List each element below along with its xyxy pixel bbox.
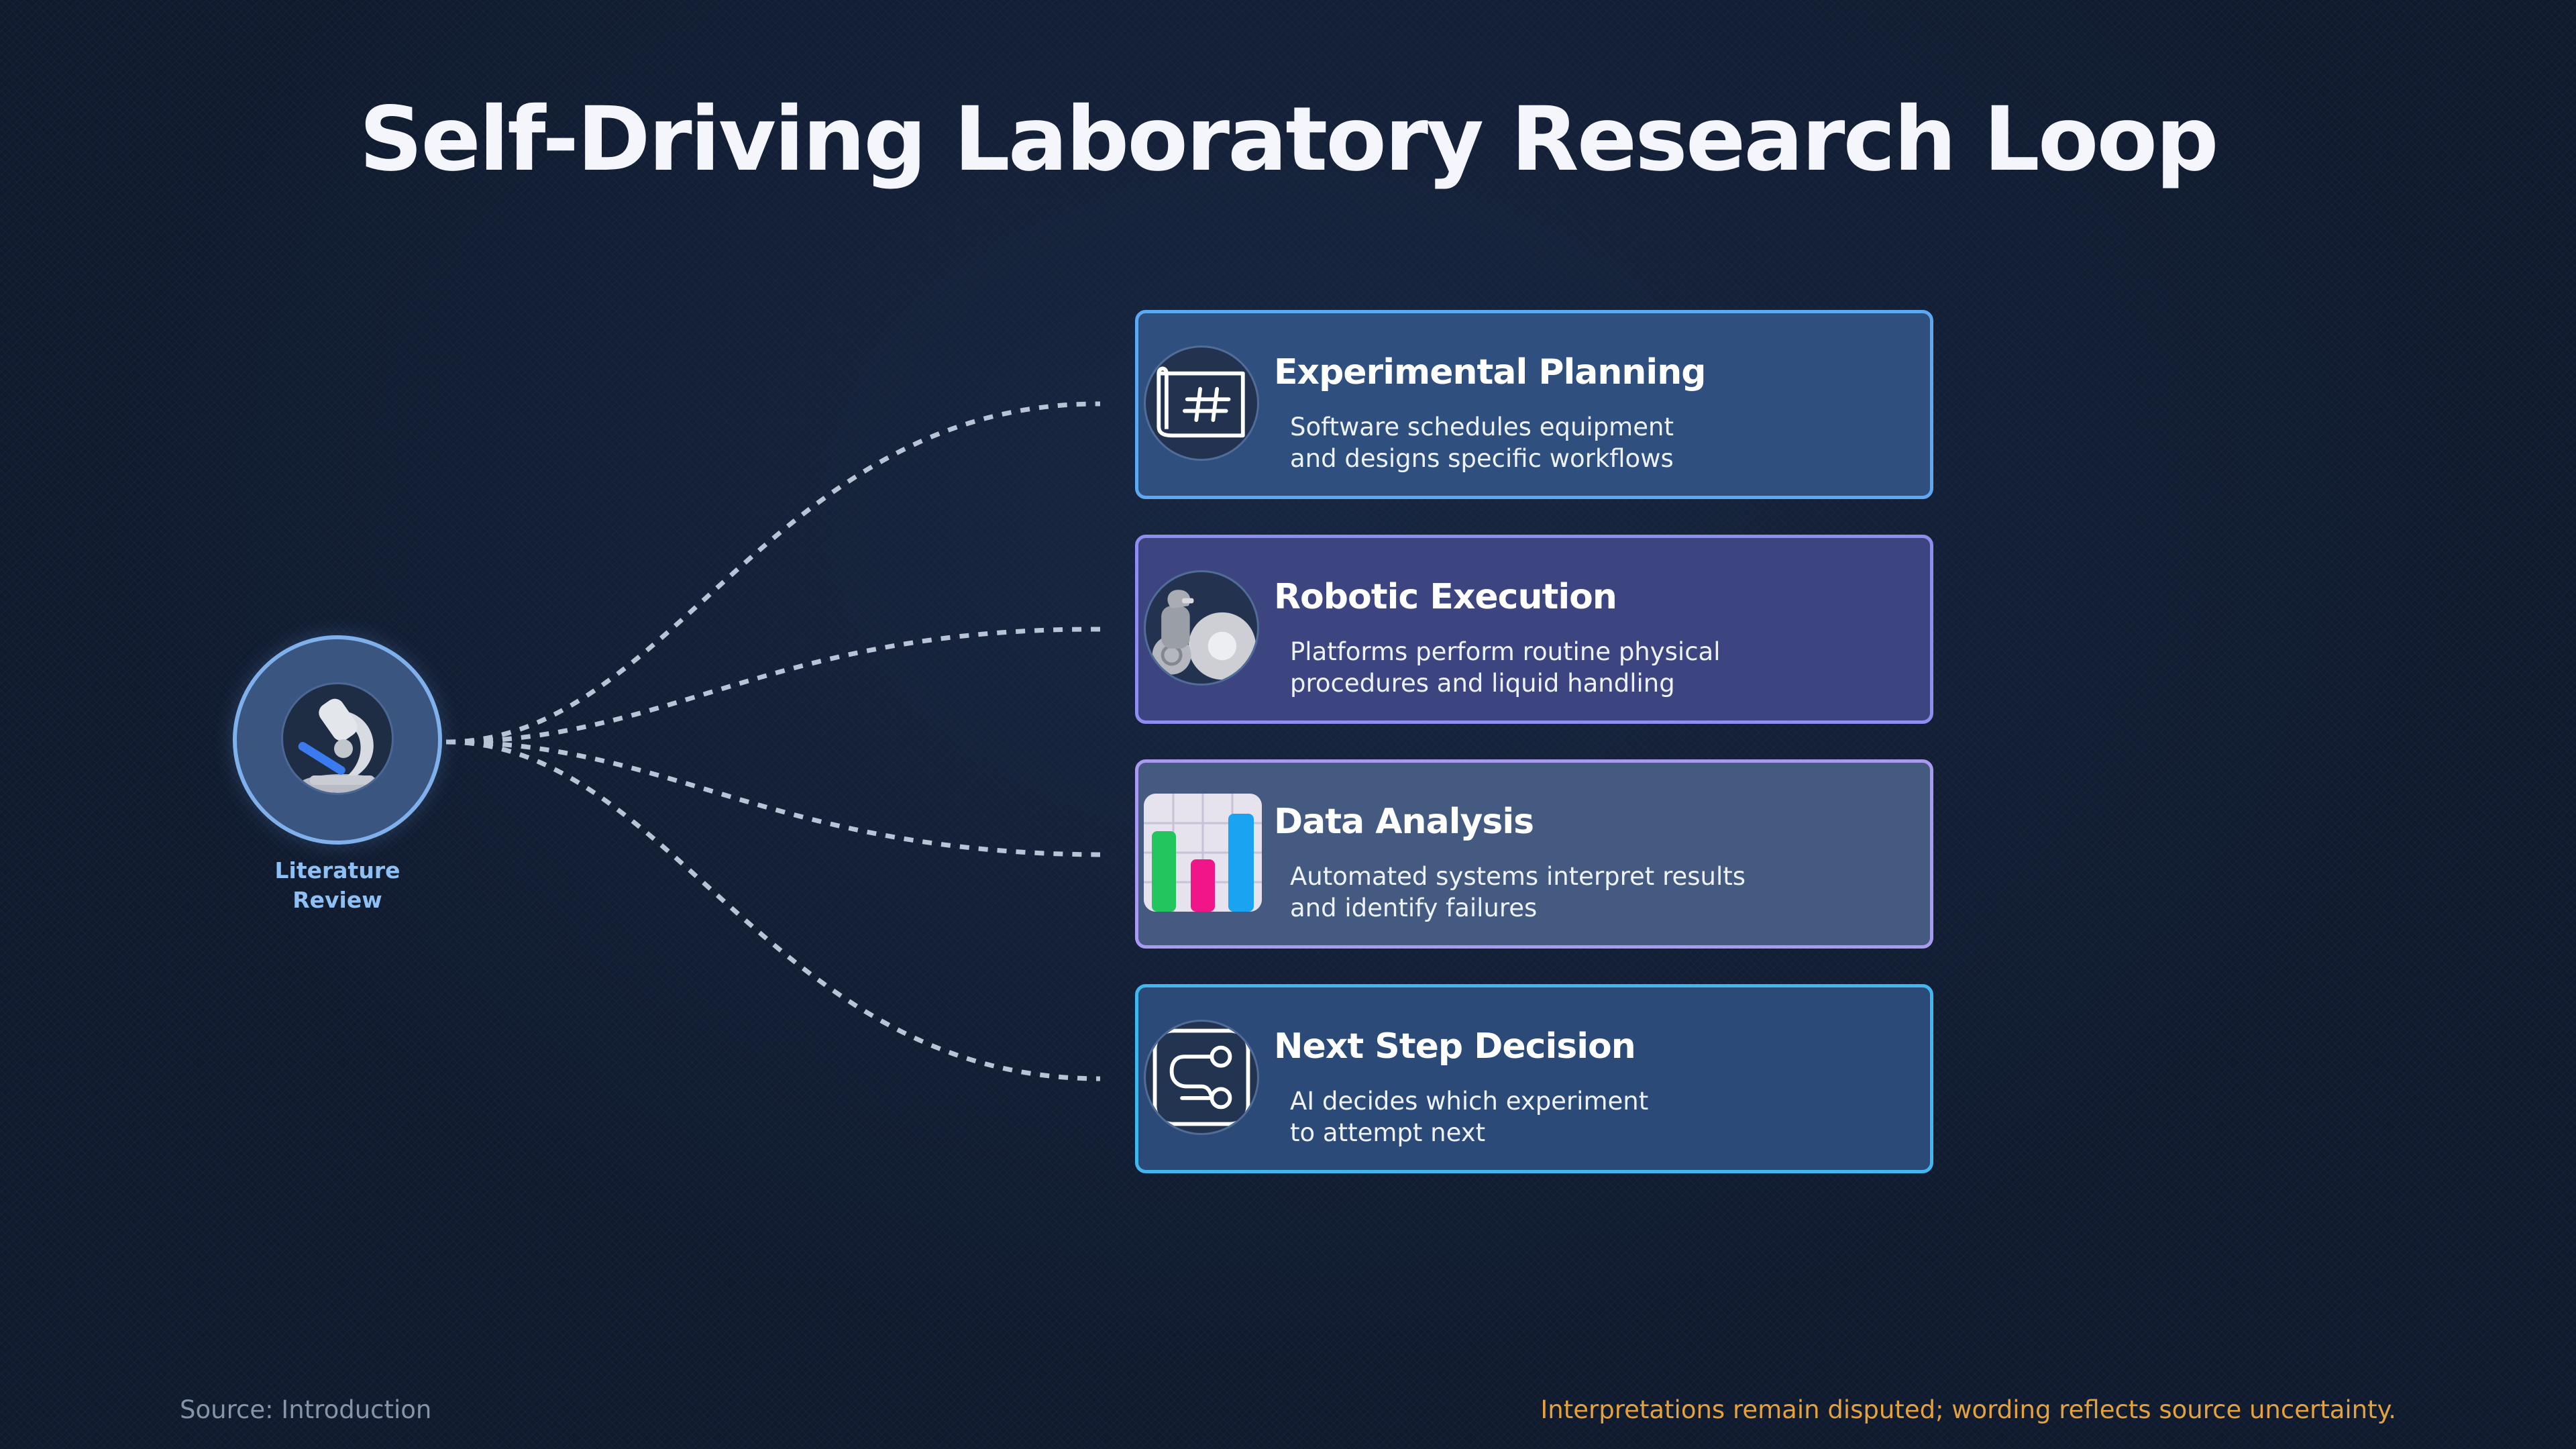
source-note: Source: Introduction xyxy=(180,1395,432,1424)
microscope-icon xyxy=(281,682,394,795)
step-title: Experimental Planning xyxy=(1274,352,1706,392)
step-description: Software schedules equipment and designs… xyxy=(1290,413,1674,473)
connector-to-experimental-planning xyxy=(445,401,1101,745)
connector-to-next-step-decision xyxy=(445,739,1101,1081)
step-title: Data Analysis xyxy=(1274,802,1534,842)
step-card-next-step-decision: Next Step Decision AI decides which expe… xyxy=(1135,984,1933,1173)
connector-to-robotic-execution xyxy=(445,627,1101,745)
step-card-data-analysis: Data Analysis Automated systems interpre… xyxy=(1135,759,1933,949)
uncertainty-note: Interpretations remain disputed; wording… xyxy=(1540,1395,2396,1424)
step-description: Automated systems interpret results and … xyxy=(1290,862,1746,922)
bar-chart-icon xyxy=(1144,794,1262,912)
blueprint-icon xyxy=(1144,345,1259,461)
step-card-robotic-execution: Robotic Execution Platforms perform rout… xyxy=(1135,535,1933,724)
literature-review-node xyxy=(233,635,442,845)
decision-path-icon xyxy=(1144,1020,1259,1135)
step-card-experimental-planning: Experimental Planning Software schedules… xyxy=(1135,310,1933,499)
step-title: Next Step Decision xyxy=(1274,1026,1636,1067)
page-title: Self-Driving Laboratory Research Loop xyxy=(359,88,2218,191)
step-title: Robotic Execution xyxy=(1274,577,1617,617)
robot-arm-icon xyxy=(1144,570,1259,686)
step-description: AI decides which experiment to attempt n… xyxy=(1290,1087,1649,1147)
connector-to-data-analysis xyxy=(445,739,1101,857)
literature-review-label: Literature Review xyxy=(274,857,400,913)
step-description: Platforms perform routine physical proce… xyxy=(1290,637,1721,698)
